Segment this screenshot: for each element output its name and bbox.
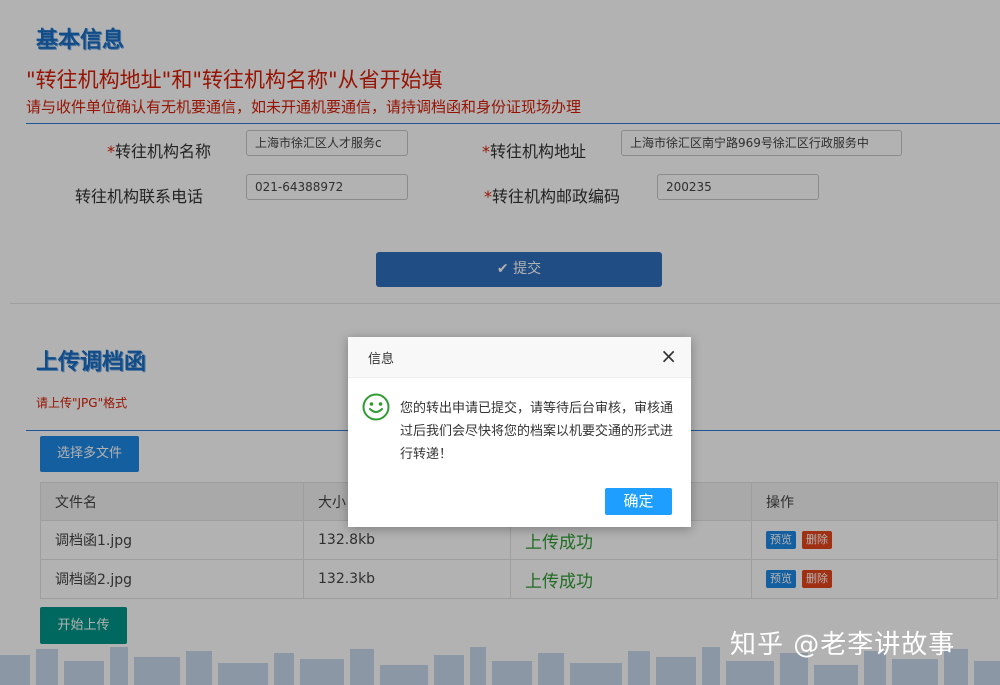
- dialog-header: 信息 ×: [348, 337, 691, 378]
- dialog-title: 信息: [368, 352, 395, 367]
- close-icon[interactable]: ×: [660, 345, 677, 367]
- dialog-message: 您的转出申请已提交，请等待后台审核，审核通过后我们会尽快将您的档案以机要交通的形…: [400, 401, 674, 462]
- info-dialog: 信息 × 您的转出申请已提交，请等待后台审核，审核通过后我们会尽快将您的档案以机…: [348, 337, 691, 527]
- confirm-button[interactable]: 确定: [605, 488, 672, 515]
- smile-icon: [362, 393, 390, 421]
- watermark: 知乎 @老李讲故事: [730, 630, 956, 660]
